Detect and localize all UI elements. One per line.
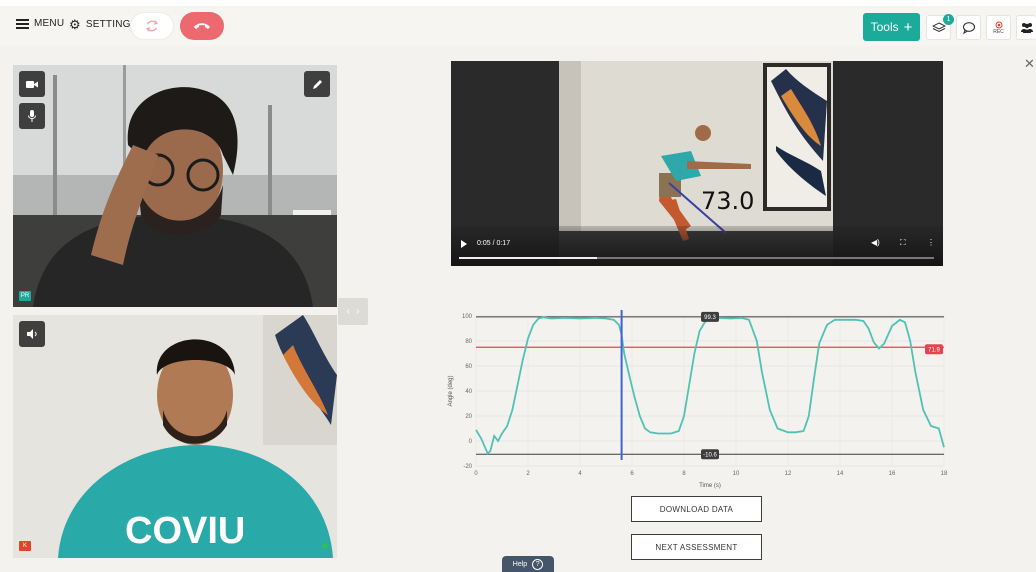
threshold-value-label: 71.9 (928, 347, 940, 353)
x-tick-label: 4 (578, 471, 582, 477)
lower-value-label: -10.6 (703, 452, 717, 458)
y-tick-label: 60 (465, 364, 472, 370)
shirt-logo: COVIU (125, 510, 245, 552)
help-button[interactable]: Help ? (502, 556, 554, 572)
participant-tag: K (19, 541, 31, 551)
record-icon (995, 21, 1002, 28)
video-progress-bar[interactable] (459, 257, 934, 259)
speaker-icon (26, 329, 37, 339)
video-camera-icon (26, 80, 38, 88)
x-tick-label: 18 (941, 471, 948, 477)
player-time: 0:05 / 0:17 (477, 240, 511, 247)
x-tick-label: 10 (733, 471, 740, 477)
chevron-right-icon: › (356, 306, 360, 317)
participant-video-image (13, 65, 337, 307)
rec-label: REC (993, 29, 1004, 35)
menu-label: MENU (34, 18, 65, 29)
top-bar: MENU ⚙ SETTINGS Tools + 1 REC (0, 0, 1036, 46)
volume-icon[interactable]: ◀) (871, 238, 880, 247)
gear-icon: ⚙ (69, 17, 81, 32)
video-progress-fill (459, 257, 597, 259)
x-tick-label: 8 (682, 471, 686, 477)
hamburger-icon (16, 18, 29, 29)
settings-button[interactable]: ⚙ SETTINGS (69, 18, 137, 31)
y-tick-label: 40 (465, 389, 472, 395)
microphone-icon (28, 110, 36, 122)
y-axis-label: Angle (deg) (448, 375, 454, 406)
x-tick-label: 6 (630, 471, 634, 477)
speaker-button[interactable] (19, 321, 45, 347)
participant-video-image: COVIU (13, 315, 337, 558)
next-assessment-button[interactable]: NEXT ASSESSMENT (631, 534, 762, 560)
menu-button[interactable]: MENU (16, 18, 64, 29)
layers-icon (931, 21, 946, 32)
y-tick-label: 80 (465, 339, 472, 345)
player-controls: 0:05 / 0:17 ◀) ⛶ ⋮ (451, 226, 943, 266)
panel-collapse-handle[interactable]: ‹ › (338, 298, 368, 325)
y-tick-label: -20 (463, 464, 472, 470)
angle-chart: -200204060801000 2 4 6 8 10 12 14 16 18Time (s)An… (448, 310, 948, 489)
refresh-icon (145, 20, 159, 32)
angle-series-line (475, 316, 945, 456)
people-icon (1020, 23, 1033, 33)
participant-video-primary[interactable]: PR (13, 65, 337, 307)
fullscreen-icon[interactable]: ⛶ (900, 238, 906, 248)
help-label: Help (512, 560, 528, 568)
chat-button[interactable] (956, 15, 981, 40)
tools-label: Tools (870, 20, 899, 34)
upper-value-label: 99.3 (704, 315, 716, 321)
phone-hangup-icon (194, 23, 210, 29)
x-tick-label: 14 (837, 471, 844, 477)
tools-button[interactable]: Tools + (863, 13, 920, 41)
chat-bubble-icon (962, 22, 975, 34)
x-tick-label: 0 (474, 471, 478, 477)
refresh-button[interactable] (130, 12, 174, 40)
record-button[interactable]: REC (986, 15, 1011, 40)
participant-tag: PR (19, 291, 31, 301)
x-tick-label: 12 (785, 471, 792, 477)
pencil-icon (312, 79, 322, 89)
x-axis-label: Time (s) (699, 483, 721, 489)
annotate-button[interactable] (304, 71, 330, 97)
angle-overlay: 73.0 (701, 187, 754, 215)
assessment-video-player[interactable]: 73.0 0:05 / 0:17 ◀) ⛶ ⋮ (451, 61, 943, 266)
close-icon[interactable]: ✕ (1024, 56, 1035, 72)
participant-tag-text: PR (20, 293, 30, 299)
camera-toggle-button[interactable] (19, 71, 45, 97)
y-tick-label: 100 (462, 314, 473, 320)
participant-tag-text: K (22, 543, 27, 549)
notification-badge: 1 (943, 14, 954, 25)
x-tick-label: 2 (526, 471, 530, 477)
microphone-toggle-button[interactable] (19, 103, 45, 129)
participant-video-secondary[interactable]: COVIU K (13, 315, 337, 558)
x-tick-label: 16 (889, 471, 896, 477)
chevron-left-icon: ‹ (346, 306, 350, 317)
plus-icon: + (903, 18, 913, 36)
play-icon[interactable] (461, 240, 467, 248)
download-data-button[interactable]: DOWNLOAD DATA (631, 496, 762, 522)
connection-status-dot (322, 543, 328, 549)
y-tick-label: 0 (469, 439, 473, 445)
end-call-button[interactable] (180, 12, 224, 40)
question-icon: ? (532, 558, 544, 570)
more-options-icon[interactable]: ⋮ (927, 238, 935, 247)
y-tick-label: 20 (465, 414, 472, 420)
participants-button[interactable] (1016, 15, 1036, 40)
